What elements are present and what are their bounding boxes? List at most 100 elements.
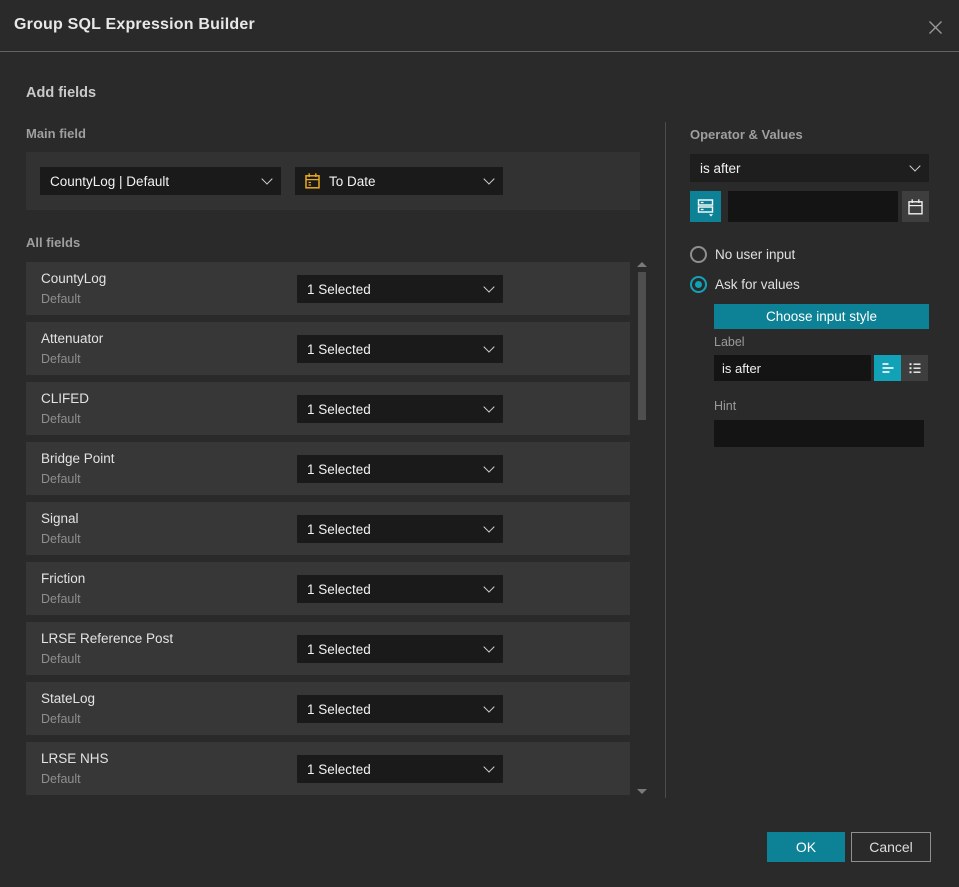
field-selected-value: 1 Selected [307, 701, 371, 717]
label-style-text-button[interactable] [874, 355, 901, 381]
chevron-down-icon [483, 401, 495, 413]
ok-button[interactable]: OK [767, 832, 845, 862]
radio-no-user-input-label: No user input [715, 246, 796, 262]
calendar-icon [305, 173, 320, 189]
field-name: Bridge Point [41, 451, 115, 466]
field-row: CLIFED Default 1 Selected [26, 382, 630, 435]
field-name: LRSE NHS [41, 751, 109, 766]
field-row: Attenuator Default 1 Selected [26, 322, 630, 375]
chevron-down-icon [483, 281, 495, 293]
radio-no-user-input[interactable]: No user input [690, 245, 795, 263]
radio-ask-for-values-label: Ask for values [715, 276, 800, 292]
field-name: LRSE Reference Post [41, 631, 174, 646]
label-style-list-button[interactable] [901, 355, 928, 381]
hint-label: Hint [714, 399, 737, 413]
add-fields-heading: Add fields [26, 85, 97, 101]
field-type-label: Default [41, 712, 81, 726]
field-selected-dropdown[interactable]: 1 Selected [297, 635, 503, 663]
chevron-down-icon [483, 461, 495, 473]
field-name: CountyLog [41, 271, 107, 286]
label-label: Label [714, 335, 745, 349]
field-type-label: Default [41, 352, 81, 366]
cancel-button[interactable]: Cancel [851, 832, 931, 862]
field-row: CountyLog Default 1 Selected [26, 262, 630, 315]
field-type-label: Default [41, 772, 81, 786]
operator-select-value: is after [700, 160, 741, 176]
field-name: CLIFED [41, 391, 90, 406]
list-values-icon [697, 198, 713, 216]
field-selected-dropdown[interactable]: 1 Selected [297, 335, 503, 363]
field-selected-value: 1 Selected [307, 641, 371, 657]
main-field-heading: Main field [26, 126, 86, 141]
panel-divider [665, 122, 666, 798]
field-type-label: Default [41, 592, 81, 606]
field-type-label: Default [41, 652, 81, 666]
operator-select[interactable]: is after [690, 154, 929, 182]
dialog-header: Group SQL Expression Builder [0, 0, 959, 52]
chevron-down-icon [483, 581, 495, 593]
chevron-down-icon [483, 701, 495, 713]
field-type-label: Default [41, 472, 81, 486]
field-row: Bridge Point Default 1 Selected [26, 442, 630, 495]
field-row: LRSE NHS Default 1 Selected [26, 742, 630, 795]
field-selected-value: 1 Selected [307, 761, 371, 777]
main-field-select[interactable]: CountyLog | Default [40, 167, 281, 195]
radio-icon [690, 245, 707, 263]
chevron-down-icon [483, 761, 495, 773]
field-name: StateLog [41, 691, 96, 706]
close-button[interactable] [923, 15, 947, 39]
field-row: StateLog Default 1 Selected [26, 682, 630, 735]
date-field-select-value: To Date [329, 173, 376, 189]
field-selected-dropdown[interactable]: 1 Selected [297, 455, 503, 483]
field-row: Friction Default 1 Selected [26, 562, 630, 615]
radio-ask-for-values[interactable]: Ask for values [690, 275, 800, 293]
field-selected-value: 1 Selected [307, 281, 371, 297]
all-fields-heading: All fields [26, 235, 81, 250]
chevron-down-icon [483, 641, 495, 653]
calendar-icon [908, 198, 923, 214]
field-name: Attenuator [41, 331, 104, 346]
field-selected-dropdown[interactable]: 1 Selected [297, 515, 503, 543]
field-type-label: Default [41, 532, 81, 546]
radio-selected-icon [690, 275, 707, 293]
field-type-label: Default [41, 292, 81, 306]
field-row: Signal Default 1 Selected [26, 502, 630, 555]
unique-values-button[interactable] [690, 191, 721, 222]
field-selected-dropdown[interactable]: 1 Selected [297, 755, 503, 783]
choose-input-style-button[interactable]: Choose input style [714, 304, 929, 329]
field-selected-value: 1 Selected [307, 401, 371, 417]
close-icon [928, 20, 942, 34]
field-type-label: Default [41, 412, 81, 426]
date-field-select[interactable]: To Date [295, 167, 503, 195]
dialog-title: Group SQL Expression Builder [14, 16, 255, 33]
value-calendar-button[interactable] [902, 191, 929, 222]
label-input[interactable] [714, 355, 871, 381]
field-row: LRSE Reference Post Default 1 Selected [26, 622, 630, 675]
chevron-down-icon [261, 173, 273, 185]
scroll-up-icon[interactable] [637, 262, 647, 267]
field-selected-dropdown[interactable]: 1 Selected [297, 695, 503, 723]
field-name: Friction [41, 571, 86, 586]
field-selected-value: 1 Selected [307, 521, 371, 537]
chevron-down-icon [483, 521, 495, 533]
scroll-down-icon[interactable] [637, 789, 647, 794]
hint-input[interactable] [714, 420, 924, 447]
field-selected-dropdown[interactable]: 1 Selected [297, 275, 503, 303]
chevron-down-icon [483, 341, 495, 353]
field-selected-value: 1 Selected [307, 461, 371, 477]
main-field-select-value: CountyLog | Default [50, 173, 170, 189]
field-selected-value: 1 Selected [307, 581, 371, 597]
value-input[interactable] [728, 191, 898, 222]
main-field-panel: CountyLog | Default To Date [26, 152, 640, 210]
bulleted-list-icon [909, 363, 920, 374]
align-left-icon [882, 363, 893, 373]
chevron-down-icon [483, 173, 495, 185]
field-selected-value: 1 Selected [307, 341, 371, 357]
field-selected-dropdown[interactable]: 1 Selected [297, 395, 503, 423]
all-fields-list: CountyLog Default 1 Selected Attenuator … [26, 262, 630, 802]
operator-values-heading: Operator & Values [690, 127, 803, 142]
field-selected-dropdown[interactable]: 1 Selected [297, 575, 503, 603]
group-sql-expression-builder-dialog: Group SQL Expression Builder Add fields … [0, 0, 959, 887]
chevron-down-icon [909, 160, 921, 172]
scrollbar-thumb[interactable] [638, 272, 646, 420]
